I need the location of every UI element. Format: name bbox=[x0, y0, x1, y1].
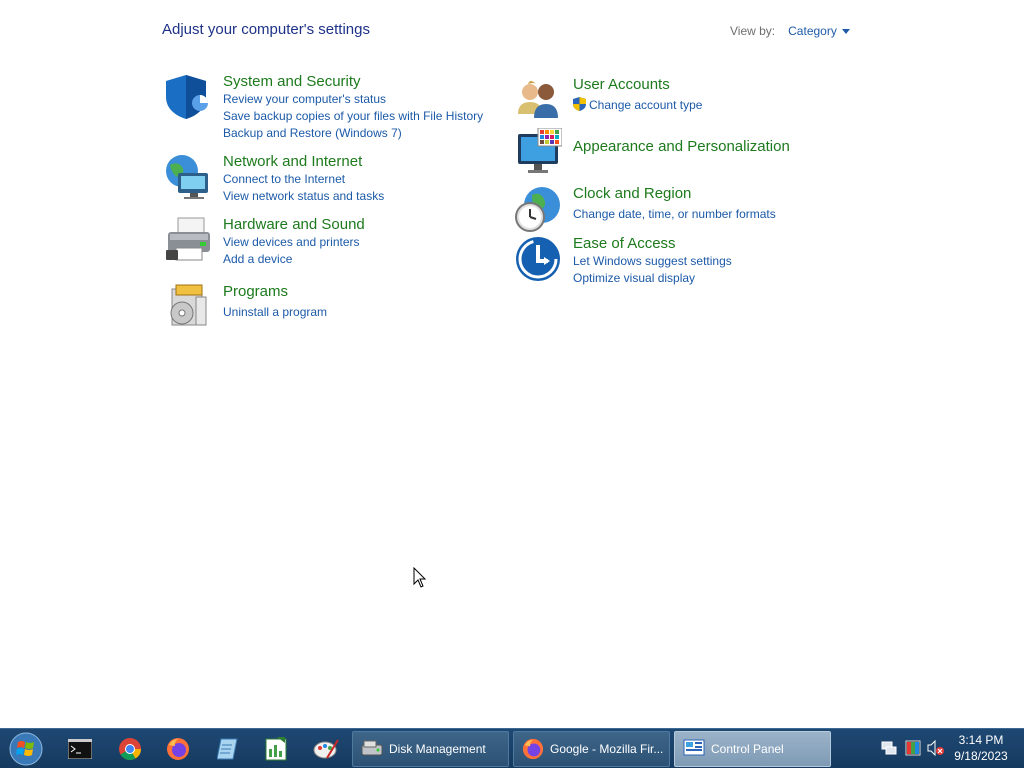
chevron-down-icon bbox=[841, 29, 850, 34]
suggest-settings-link[interactable]: Let Windows suggest settings bbox=[573, 253, 732, 270]
start-button[interactable] bbox=[6, 730, 46, 768]
shield-icon bbox=[164, 73, 212, 121]
taskbar-label: Disk Management bbox=[389, 742, 486, 756]
connect-internet-link[interactable]: Connect to the Internet bbox=[223, 171, 384, 188]
page-title: Adjust your computer's settings bbox=[162, 21, 370, 38]
taskbar-button-control-panel[interactable]: Control Panel bbox=[674, 731, 831, 767]
system-clock[interactable]: 3:14 PM 9/18/2023 bbox=[944, 732, 1018, 764]
spreadsheet-pin[interactable] bbox=[260, 733, 292, 765]
notepad-icon bbox=[217, 738, 238, 760]
review-status-link[interactable]: Review your computer's status bbox=[223, 91, 483, 108]
view-by-value: Category bbox=[788, 24, 837, 38]
disk-management-icon bbox=[361, 738, 383, 760]
windows-logo-icon bbox=[9, 732, 43, 766]
control-panel-icon bbox=[683, 738, 705, 760]
chrome-pin[interactable] bbox=[114, 733, 146, 765]
ease-title[interactable]: Ease of Access bbox=[573, 235, 732, 253]
programs-title[interactable]: Programs bbox=[223, 283, 327, 301]
clock-globe-icon bbox=[514, 185, 562, 233]
date-time-formats-link[interactable]: Change date, time, or number formats bbox=[573, 206, 776, 223]
taskbar-button-disk-management[interactable]: Disk Management bbox=[352, 731, 509, 767]
firefox-icon bbox=[167, 738, 189, 760]
ease-of-access-icon bbox=[514, 235, 562, 283]
mouse-pointer-icon bbox=[413, 566, 427, 593]
paint-icon bbox=[313, 739, 339, 759]
view-by-label: View by: bbox=[730, 24, 776, 38]
printer-icon bbox=[164, 216, 212, 264]
network-globe-icon bbox=[164, 153, 212, 201]
optimize-display-link[interactable]: Optimize visual display bbox=[573, 270, 732, 287]
network-icon[interactable] bbox=[880, 739, 898, 757]
user-accounts-title[interactable]: User Accounts bbox=[573, 76, 702, 94]
add-device-link[interactable]: Add a device bbox=[223, 251, 365, 268]
taskbar: Disk Management Google - Mozilla Fir... … bbox=[0, 728, 1024, 768]
view-by: View by: Category bbox=[730, 24, 850, 38]
notepad-pin[interactable] bbox=[212, 733, 244, 765]
backup-restore-link[interactable]: Backup and Restore (Windows 7) bbox=[223, 125, 483, 142]
taskbar-button-firefox[interactable]: Google - Mozilla Fir... bbox=[513, 731, 670, 767]
paint-pin[interactable] bbox=[310, 733, 342, 765]
uac-shield-icon bbox=[573, 97, 586, 116]
hardware-title[interactable]: Hardware and Sound bbox=[223, 216, 365, 234]
firefox-icon bbox=[522, 738, 544, 760]
change-account-type-label: Change account type bbox=[589, 98, 703, 112]
firefox-pin[interactable] bbox=[162, 733, 194, 765]
system-security-title[interactable]: System and Security bbox=[223, 73, 483, 91]
terminal-pin[interactable] bbox=[64, 733, 96, 765]
appearance-title[interactable]: Appearance and Personalization bbox=[573, 138, 790, 156]
programs-icon bbox=[164, 283, 212, 331]
taskbar-label: Control Panel bbox=[711, 742, 784, 756]
change-account-type-link[interactable]: Change account type bbox=[573, 97, 702, 116]
color-icon[interactable] bbox=[904, 739, 922, 757]
volume-muted-icon[interactable] bbox=[927, 739, 945, 757]
file-history-link[interactable]: Save backup copies of your files with Fi… bbox=[223, 108, 483, 125]
devices-printers-link[interactable]: View devices and printers bbox=[223, 234, 365, 251]
clock-time: 3:14 PM bbox=[958, 733, 1004, 747]
uninstall-program-link[interactable]: Uninstall a program bbox=[223, 304, 327, 321]
users-icon bbox=[514, 76, 562, 124]
network-status-link[interactable]: View network status and tasks bbox=[223, 188, 384, 205]
taskbar-label: Google - Mozilla Fir... bbox=[550, 742, 664, 756]
network-title[interactable]: Network and Internet bbox=[223, 153, 384, 171]
spreadsheet-icon bbox=[265, 737, 287, 761]
clock-date: 9/18/2023 bbox=[954, 749, 1008, 763]
view-by-dropdown[interactable]: Category bbox=[788, 24, 850, 38]
chrome-icon bbox=[119, 738, 141, 760]
terminal-icon bbox=[68, 739, 92, 759]
monitor-palette-icon bbox=[514, 127, 563, 176]
clock-title[interactable]: Clock and Region bbox=[573, 185, 776, 203]
